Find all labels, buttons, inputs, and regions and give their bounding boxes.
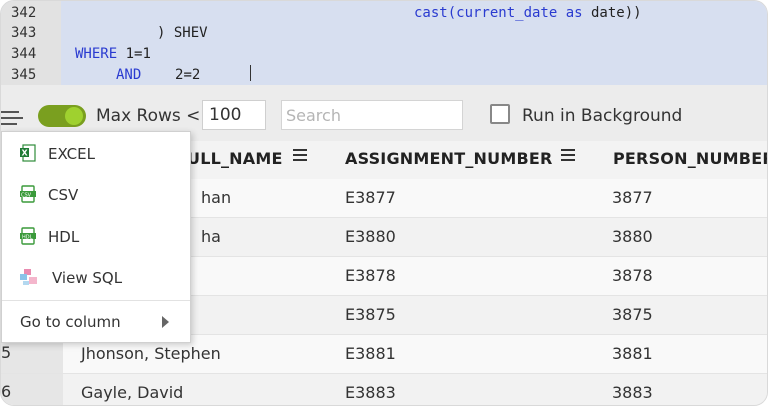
cell-assignment-number: E3881 [345,344,396,363]
svg-text:CSV: CSV [21,192,32,198]
csv-icon: CSV [20,185,36,203]
search-input[interactable] [281,100,463,130]
cell-person-number: 3875 [612,305,653,324]
column-header-person-number[interactable]: PERSON_NUMBER [613,149,767,168]
table-row[interactable]: 6 Gayle, David E3883 3883 [1,374,767,405]
run-in-background-checkbox[interactable] [490,104,510,124]
cell-full-name: han [201,188,232,207]
cell-full-name: ha [201,227,221,246]
hamburger-menu-button[interactable] [1,105,31,129]
sql-editor[interactable]: 342 343 344 345 cast(current_date as dat… [1,1,767,85]
svg-text:X: X [22,149,29,158]
cell-person-number: 3878 [612,266,653,285]
export-context-menu: X EXCEL CSV CSV HDL HDL View SQL Go to c… [1,131,191,343]
view-sql-icon [20,269,37,285]
hdl-icon: HDL [20,227,36,245]
column-menu-icon[interactable] [561,148,575,162]
row-number: 6 [1,374,63,405]
code-line-345: AND 2=2 [116,67,201,83]
cell-assignment-number: E3878 [345,266,396,285]
cell-assignment-number: E3875 [345,305,396,324]
app-frame: 342 343 344 345 cast(current_date as dat… [0,0,768,406]
max-rows-toggle[interactable] [38,105,86,127]
column-header-assignment-number[interactable]: ASSIGNMENT_NUMBER [345,149,553,168]
cell-person-number: 3881 [612,344,653,363]
cell-person-number: 3883 [612,383,653,402]
line-number: 345 [11,67,37,83]
cell-assignment-number: E3880 [345,227,396,246]
excel-icon: X [20,144,36,162]
code-line-343: ) SHEV [157,25,208,41]
menu-item-csv[interactable]: CSV CSV [2,177,190,215]
menu-item-hdl[interactable]: HDL HDL [2,219,190,257]
run-in-background-label: Run in Background [522,106,683,126]
svg-text:HDL: HDL [22,234,33,240]
line-number: 342 [11,5,37,21]
line-number: 343 [11,25,37,41]
cell-person-number: 3877 [612,188,653,207]
code-line-342: cast(current_date as date)) [414,5,642,21]
cell-assignment-number: E3877 [345,188,396,207]
menu-divider [2,300,190,301]
cell-full-name: Gayle, David [81,383,184,402]
cell-person-number: 3880 [612,227,653,246]
max-rows-label: Max Rows < [96,106,201,126]
line-number: 344 [11,46,37,62]
cell-assignment-number: E3883 [345,383,396,402]
cell-full-name: Jhonson, Stephen [81,344,221,363]
text-cursor [250,65,251,81]
code-line-344: WHERE 1=1 [75,46,151,62]
menu-item-excel[interactable]: X EXCEL [2,136,190,174]
column-menu-icon[interactable] [293,148,307,162]
menu-item-view-sql[interactable]: View SQL [2,260,190,298]
max-rows-input[interactable] [202,100,266,130]
chevron-right-icon [162,316,169,328]
column-header-full-name[interactable]: ULL_NAME [187,149,283,168]
